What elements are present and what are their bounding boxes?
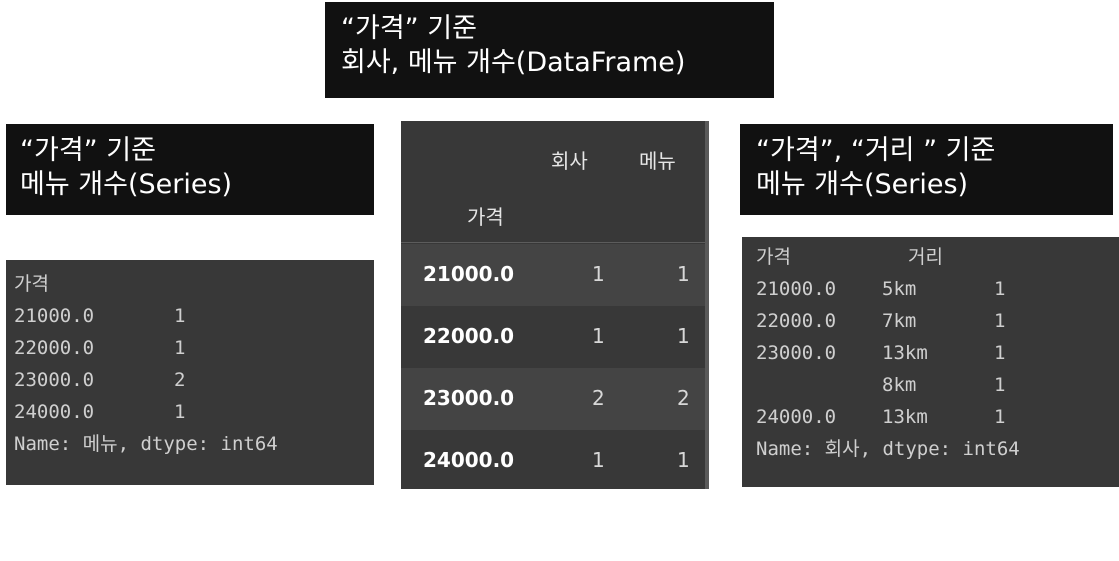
series-index-name: 가격 (14, 273, 49, 295)
index-name-header: 가격 (467, 205, 504, 229)
table-row: 22000.0 1 1 (401, 306, 705, 368)
column-header-company: 회사 (551, 149, 588, 173)
dataframe-caption-line1: “가격” 기준 (341, 13, 477, 44)
series-row: 22000.0 7km 1 (756, 305, 1119, 337)
menu-count: 1 (677, 324, 690, 348)
series-price: 24000.0 (14, 401, 95, 423)
series-count: 1 (174, 305, 186, 327)
vertical-scrollbar[interactable] (705, 121, 709, 489)
row-index: 21000.0 (423, 262, 515, 286)
series-footer: Name: 회사, dtype: int64 (756, 438, 1020, 460)
series-count: 1 (994, 342, 1006, 364)
dataframe-caption: “가격” 기준 회사, 메뉴 개수(DataFrame) (325, 2, 774, 98)
price-series-caption: “가격” 기준 메뉴 개수(Series) (6, 124, 374, 215)
series-row: 24000.0 1 (14, 396, 374, 428)
series-price: 22000.0 (14, 337, 95, 359)
table-row: 23000.0 2 2 (401, 368, 705, 430)
series-price: 21000.0 (14, 305, 95, 327)
price-series-output: 가격 21000.0 1 22000.0 1 23000.0 2 24000.0… (6, 260, 374, 485)
company-count: 1 (592, 324, 605, 348)
series-row: 8km 1 (756, 369, 1119, 401)
series-price: 22000.0 (756, 310, 837, 332)
series-count: 1 (994, 278, 1006, 300)
price-distance-series-caption-line1: “가격”, “거리 ” 기준 (756, 135, 996, 166)
series-price: 21000.0 (756, 278, 837, 300)
series-row: 24000.0 13km 1 (756, 401, 1119, 433)
series-distance: 13km (882, 342, 928, 364)
series-price: 23000.0 (14, 369, 95, 391)
row-index: 22000.0 (423, 324, 515, 348)
series-row: 23000.0 2 (14, 364, 374, 396)
price-distance-series-caption: “가격”, “거리 ” 기준 메뉴 개수(Series) (740, 124, 1113, 215)
series-distance: 7km (882, 310, 917, 332)
price-distance-series-output: 가격 거리 21000.0 5km 1 22000.0 7km 1 23000.… (742, 237, 1119, 487)
price-series-caption-line2: 메뉴 개수(Series) (20, 169, 233, 200)
series-footer: Name: 메뉴, dtype: int64 (14, 433, 278, 455)
series-row: 21000.0 5km 1 (756, 273, 1119, 305)
series-distance: 8km (882, 374, 917, 396)
series-distance: 5km (882, 278, 917, 300)
company-count: 2 (592, 386, 605, 410)
row-index: 23000.0 (423, 386, 515, 410)
price-distance-series-caption-line2: 메뉴 개수(Series) (756, 169, 969, 200)
menu-count: 1 (677, 448, 690, 472)
dataframe-table: 회사 메뉴 가격 21000.0 1 1 22000.0 1 1 23000.0… (401, 121, 709, 489)
series-row: 22000.0 1 (14, 332, 374, 364)
series-price: 24000.0 (756, 406, 837, 428)
series-index-name-price: 가격 (756, 246, 791, 268)
menu-count: 2 (677, 386, 690, 410)
series-distance: 13km (882, 406, 928, 428)
price-series-caption-line1: “가격” 기준 (20, 135, 156, 166)
series-index-name-distance: 거리 (908, 246, 943, 268)
series-count: 1 (994, 406, 1006, 428)
series-count: 1 (174, 401, 186, 423)
series-count: 1 (994, 310, 1006, 332)
series-row: 23000.0 13km 1 (756, 337, 1119, 369)
table-row: 24000.0 1 1 (401, 430, 705, 492)
row-index: 24000.0 (423, 448, 515, 472)
series-count: 2 (174, 369, 186, 391)
column-header-menu: 메뉴 (639, 149, 676, 173)
series-count: 1 (174, 337, 186, 359)
table-row: 21000.0 1 1 (401, 244, 705, 306)
series-price: 23000.0 (756, 342, 837, 364)
series-row: 21000.0 1 (14, 300, 374, 332)
menu-count: 1 (677, 262, 690, 286)
series-count: 1 (994, 374, 1006, 396)
dataframe-caption-line2: 회사, 메뉴 개수(DataFrame) (341, 47, 686, 78)
company-count: 1 (592, 448, 605, 472)
company-count: 1 (592, 262, 605, 286)
header-divider (401, 242, 705, 243)
